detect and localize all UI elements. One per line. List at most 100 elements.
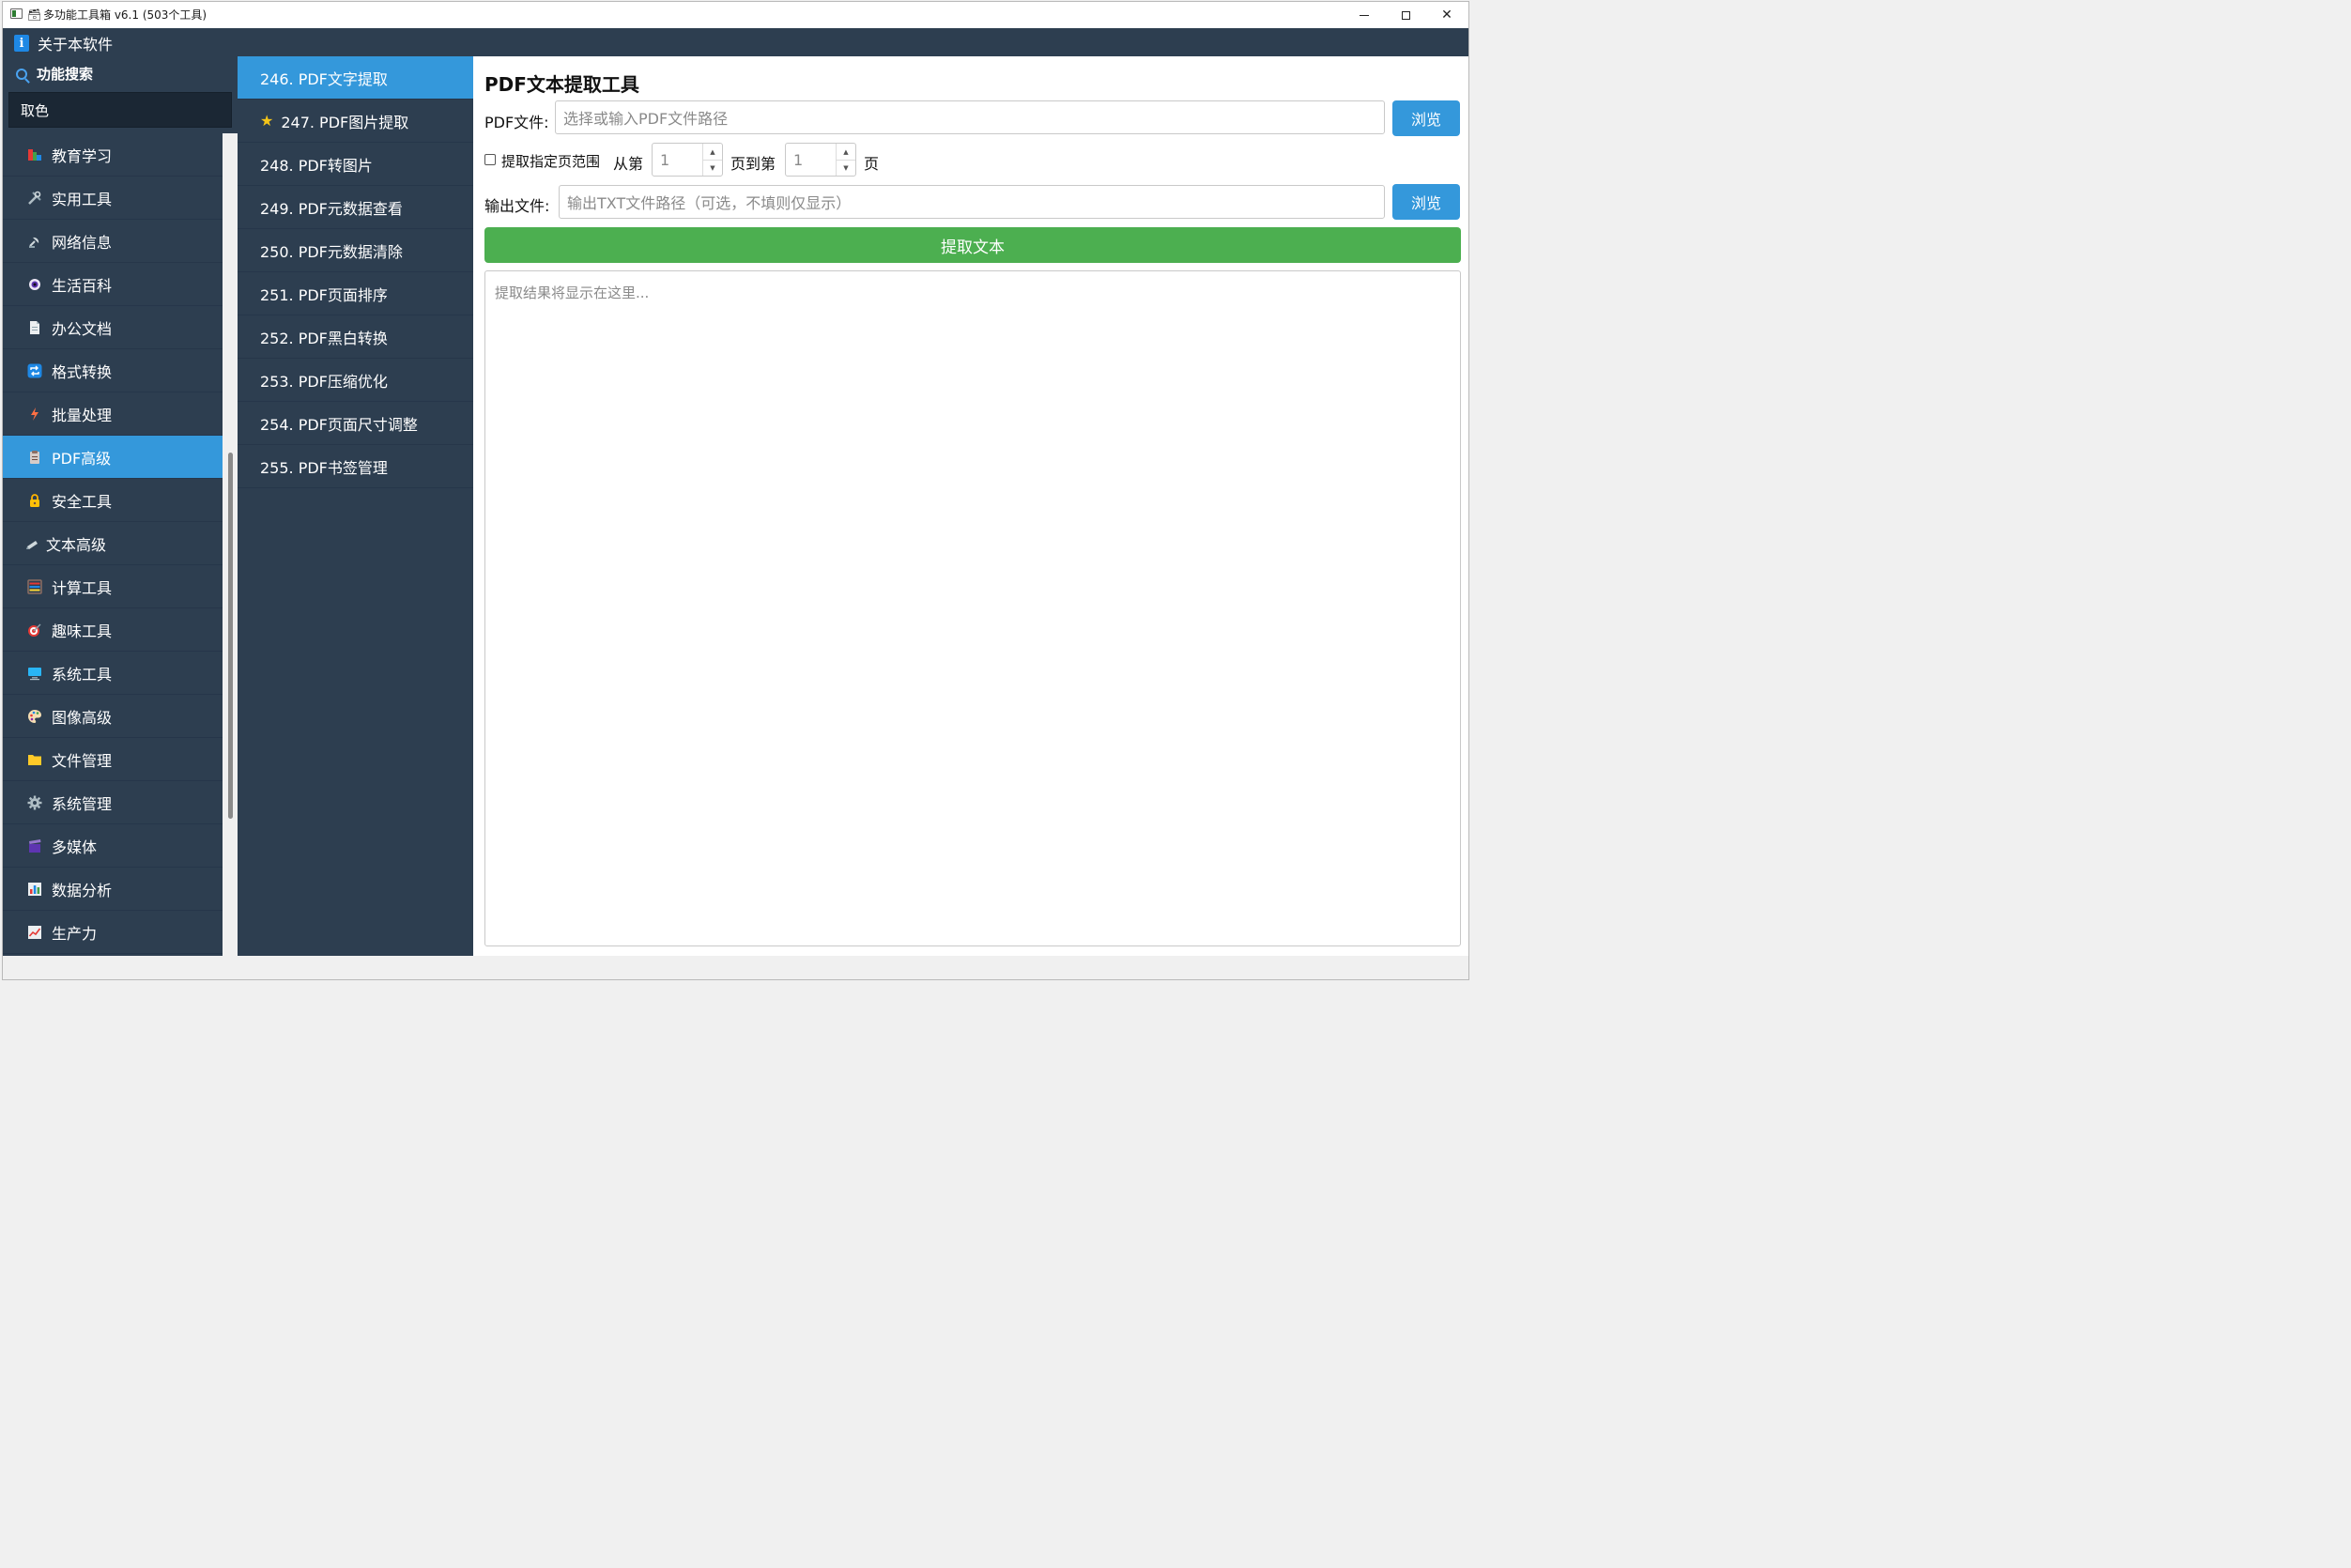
tool-list: 246. PDF文字提取 ★ 247. PDF图片提取 248. PDF转图片 … [238,56,473,956]
category-label: 数据分析 [52,881,113,899]
category-label: 文本高级 [46,535,107,554]
close-button[interactable]: ✕ [1425,2,1468,28]
category-item-calculator[interactable]: 计算工具 [3,565,223,608]
category-scrollbar[interactable] [223,133,238,956]
category-item-data-analysis[interactable]: 数据分析 [3,868,223,911]
category-item-fun[interactable]: 趣味工具 [3,608,223,652]
category-item-format-convert[interactable]: 格式转换 [3,349,223,392]
search-input[interactable]: 取色 [8,92,232,128]
extract-text-button[interactable]: 提取文本 [484,227,1461,263]
category-label: 安全工具 [52,492,113,511]
tool-item-248[interactable]: 248. PDF转图片 [238,143,473,186]
browse-output-button[interactable]: 浏览 [1392,184,1460,220]
to-page-spinbox[interactable]: 1 ▲ ▼ [785,143,856,177]
page-range-checkbox[interactable] [484,154,496,165]
tool-item-246[interactable]: 246. PDF文字提取 [238,56,473,100]
books-icon [27,147,42,162]
trend-icon [27,925,42,940]
tool-label: 248. PDF转图片 [260,156,373,175]
status-bar [3,956,1468,979]
category-item-system-tools[interactable]: 系统工具 [3,652,223,695]
about-button[interactable]: i 关于本软件 [14,32,113,54]
header-bar: i 关于本软件 [3,28,1468,56]
tools-icon [27,191,42,206]
page-suffix-label: 页 [864,155,880,173]
category-item-batch[interactable]: 批量处理 [3,392,223,436]
category-label: 实用工具 [52,190,113,208]
tool-item-253[interactable]: 253. PDF压缩优化 [238,359,473,402]
minimize-button[interactable] [1343,2,1386,28]
tool-item-252[interactable]: 252. PDF黑白转换 [238,315,473,359]
category-item-productivity[interactable]: 生产力 [3,911,223,954]
category-label: 教育学习 [52,146,113,165]
spin-arrows: ▲ ▼ [702,144,722,176]
tool-label: 249. PDF元数据查看 [260,199,403,218]
page-title: PDF文本提取工具 [484,73,639,96]
spin-down-button[interactable]: ▼ [837,160,855,176]
tool-item-251[interactable]: 251. PDF页面排序 [238,272,473,315]
category-item-network[interactable]: 网络信息 [3,220,223,263]
close-icon: ✕ [1441,8,1452,23]
satellite-icon [27,234,42,249]
pdf-file-input[interactable]: 选择或输入PDF文件路径 [555,100,1385,134]
category-item-pdf-advanced[interactable]: PDF高级 [3,436,223,479]
category-item-security[interactable]: 安全工具 [3,479,223,522]
scrollbar-thumb[interactable] [228,453,233,819]
lock-icon [27,493,42,508]
star-icon: ★ [260,112,274,130]
app-window: 🗃 多功能工具箱 v6.1 (503个工具) ✕ i 关于本软件 功能搜索 取色… [2,1,1469,980]
tool-label: 251. PDF页面排序 [260,285,388,304]
category-list: 教育学习 实用工具 网络信息 生活百科 办公文档 格式转换 批量处理 PDF高级… [3,133,223,956]
category-item-multimedia[interactable]: 多媒体 [3,824,223,868]
category-item-education[interactable]: 教育学习 [3,133,223,177]
category-label: 文件管理 [52,751,113,770]
spin-arrows: ▲ ▼ [836,144,855,176]
category-item-office[interactable]: 办公文档 [3,306,223,349]
repeat-icon [27,363,42,378]
category-sidebar: 功能搜索 取色 教育学习 实用工具 网络信息 生活百科 办公文档 格式转换 批量… [3,56,238,956]
tool-label: 247. PDF图片提取 [281,113,409,131]
result-textarea[interactable]: 提取结果将显示在这里... [484,270,1461,946]
tool-item-250[interactable]: 250. PDF元数据清除 [238,229,473,272]
tool-item-247[interactable]: ★ 247. PDF图片提取 [238,100,473,143]
minimize-icon [1360,14,1369,16]
tool-item-255[interactable]: 255. PDF书签管理 [238,445,473,488]
to-page-label: 页到第 [730,155,776,173]
tool-label: 255. PDF书签管理 [260,458,388,477]
from-page-spinbox[interactable]: 1 ▲ ▼ [652,143,723,177]
spin-down-button[interactable]: ▼ [703,160,722,176]
eye-icon [27,277,42,292]
maximize-icon [1401,10,1410,20]
category-label: 图像高级 [52,708,113,727]
tool-item-254[interactable]: 254. PDF页面尺寸调整 [238,402,473,445]
category-label: 生产力 [52,924,98,943]
category-label: 生活百科 [52,276,113,295]
category-item-image-advanced[interactable]: 图像高级 [3,695,223,738]
category-label: 计算工具 [52,578,113,597]
category-label: 系统管理 [52,794,113,813]
computer-icon [27,666,42,681]
category-label: 格式转换 [52,362,113,381]
category-label: 批量处理 [52,406,113,424]
abacus-icon [27,578,42,594]
tool-label: 254. PDF页面尺寸调整 [260,415,418,434]
gear-icon [27,795,42,810]
maximize-button[interactable] [1384,2,1427,28]
output-file-input[interactable]: 输出TXT文件路径（可选，不填则仅显示） [559,185,1385,219]
spin-up-button[interactable]: ▲ [703,144,722,161]
browse-pdf-button[interactable]: 浏览 [1392,100,1460,136]
category-item-utilities[interactable]: 实用工具 [3,177,223,220]
tool-item-249[interactable]: 249. PDF元数据查看 [238,186,473,229]
category-item-text-advanced[interactable]: 文本高级 [3,522,223,565]
about-label: 关于本软件 [38,36,114,54]
category-item-life[interactable]: 生活百科 [3,263,223,306]
from-page-label: 从第 [613,155,644,173]
category-item-system-manage[interactable]: 系统管理 [3,781,223,824]
spin-up-button[interactable]: ▲ [837,144,855,161]
target-icon [27,623,42,638]
tool-panel: PDF文本提取工具 PDF文件: 选择或输入PDF文件路径 浏览 提取指定页范围… [473,56,1468,956]
page-range-label: 提取指定页范围 [501,153,601,170]
tool-label: 253. PDF压缩优化 [260,372,388,391]
category-label: PDF高级 [52,449,112,468]
category-item-file-manage[interactable]: 文件管理 [3,738,223,781]
